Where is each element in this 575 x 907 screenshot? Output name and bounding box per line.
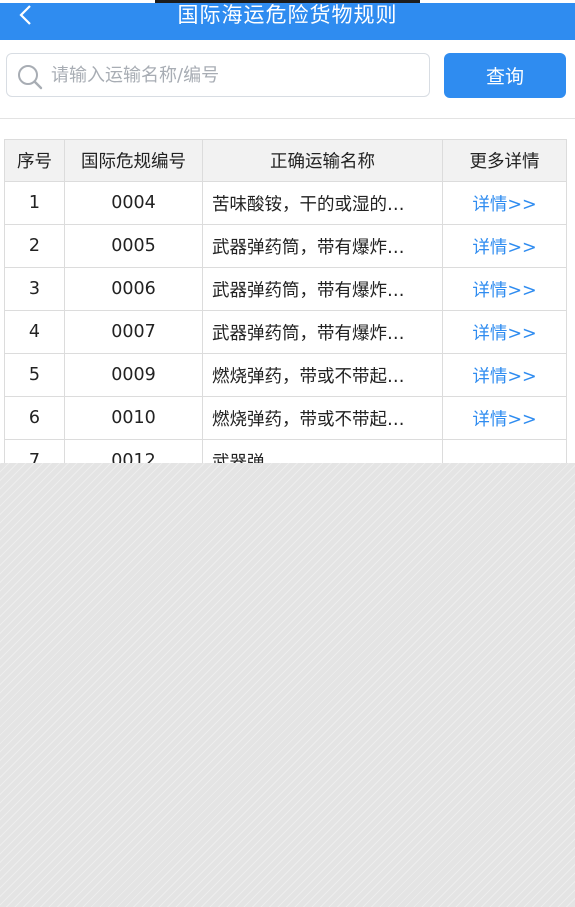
row-name: 苦味酸铵，干的或湿的… [202, 181, 443, 225]
column-header-index: 序号 [4, 139, 65, 182]
table-header-row: 序号 国际危规编号 正确运输名称 更多详情 [4, 139, 567, 182]
row-code: 0007 [64, 310, 203, 354]
row-index: 4 [4, 310, 65, 354]
detail-link[interactable]: 详情>> [442, 310, 567, 354]
row-name: 武器弹药筒，带有爆炸… [202, 310, 443, 354]
table-row: 5 0009 燃烧弹药，带或不带起… 详情>> [4, 353, 567, 397]
results-table-container: 序号 国际危规编号 正确运输名称 更多详情 1 0004 苦味酸铵，干的或湿的…… [4, 139, 567, 463]
page-title: 国际海运危险货物规则 [177, 3, 398, 27]
row-index: 5 [4, 353, 65, 397]
detail-link[interactable]: 详情>> [442, 181, 567, 225]
row-name: 燃烧弹药，带或不带起… [202, 396, 443, 440]
row-name: 武器弹药筒，带有爆炸… [202, 224, 443, 268]
detail-link[interactable]: 详情>> [442, 396, 567, 440]
detail-link[interactable]: 详情>> [442, 224, 567, 268]
search-input[interactable] [51, 54, 421, 96]
search-bar: 查询 [0, 52, 575, 100]
row-name: 燃烧弹药，带或不带起… [202, 353, 443, 397]
row-code: 0004 [64, 181, 203, 225]
row-code: 0010 [64, 396, 203, 440]
divider [0, 118, 575, 119]
table-row: 2 0005 武器弹药筒，带有爆炸… 详情>> [4, 224, 567, 268]
query-button[interactable]: 查询 [444, 53, 566, 98]
row-code: 0006 [64, 267, 203, 311]
row-index: 3 [4, 267, 65, 311]
empty-background-area [0, 463, 575, 907]
table-row: 3 0006 武器弹药筒，带有爆炸… 详情>> [4, 267, 567, 311]
row-code: 0012 [64, 439, 203, 463]
table-row: 6 0010 燃烧弹药，带或不带起… 详情>> [4, 396, 567, 440]
row-name: 武器弹 [202, 439, 443, 463]
detail-link[interactable] [442, 439, 567, 463]
table-row: 1 0004 苦味酸铵，干的或湿的… 详情>> [4, 181, 567, 225]
column-header-code: 国际危规编号 [64, 139, 203, 182]
table-row: 4 0007 武器弹药筒，带有爆炸… 详情>> [4, 310, 567, 354]
row-index: 7 [4, 439, 65, 463]
row-index: 2 [4, 224, 65, 268]
row-code: 0009 [64, 353, 203, 397]
column-header-detail: 更多详情 [442, 139, 567, 182]
column-header-name: 正确运输名称 [202, 139, 443, 182]
table-row: 7 0012 武器弹 [4, 439, 567, 463]
title-bar: 国际海运危险货物规则 [0, 0, 575, 40]
row-code: 0005 [64, 224, 203, 268]
detail-link[interactable]: 详情>> [442, 353, 567, 397]
row-index: 6 [4, 396, 65, 440]
search-box[interactable] [6, 53, 430, 97]
status-bar-remnant [0, 0, 575, 3]
results-table: 序号 国际危规编号 正确运输名称 更多详情 1 0004 苦味酸铵，干的或湿的…… [4, 139, 567, 463]
row-index: 1 [4, 181, 65, 225]
search-icon [16, 63, 44, 91]
row-name: 武器弹药筒，带有爆炸… [202, 267, 443, 311]
detail-link[interactable]: 详情>> [442, 267, 567, 311]
app-screen: 国际海运危险货物规则 查询 序号 国际危规编号 [0, 0, 575, 463]
